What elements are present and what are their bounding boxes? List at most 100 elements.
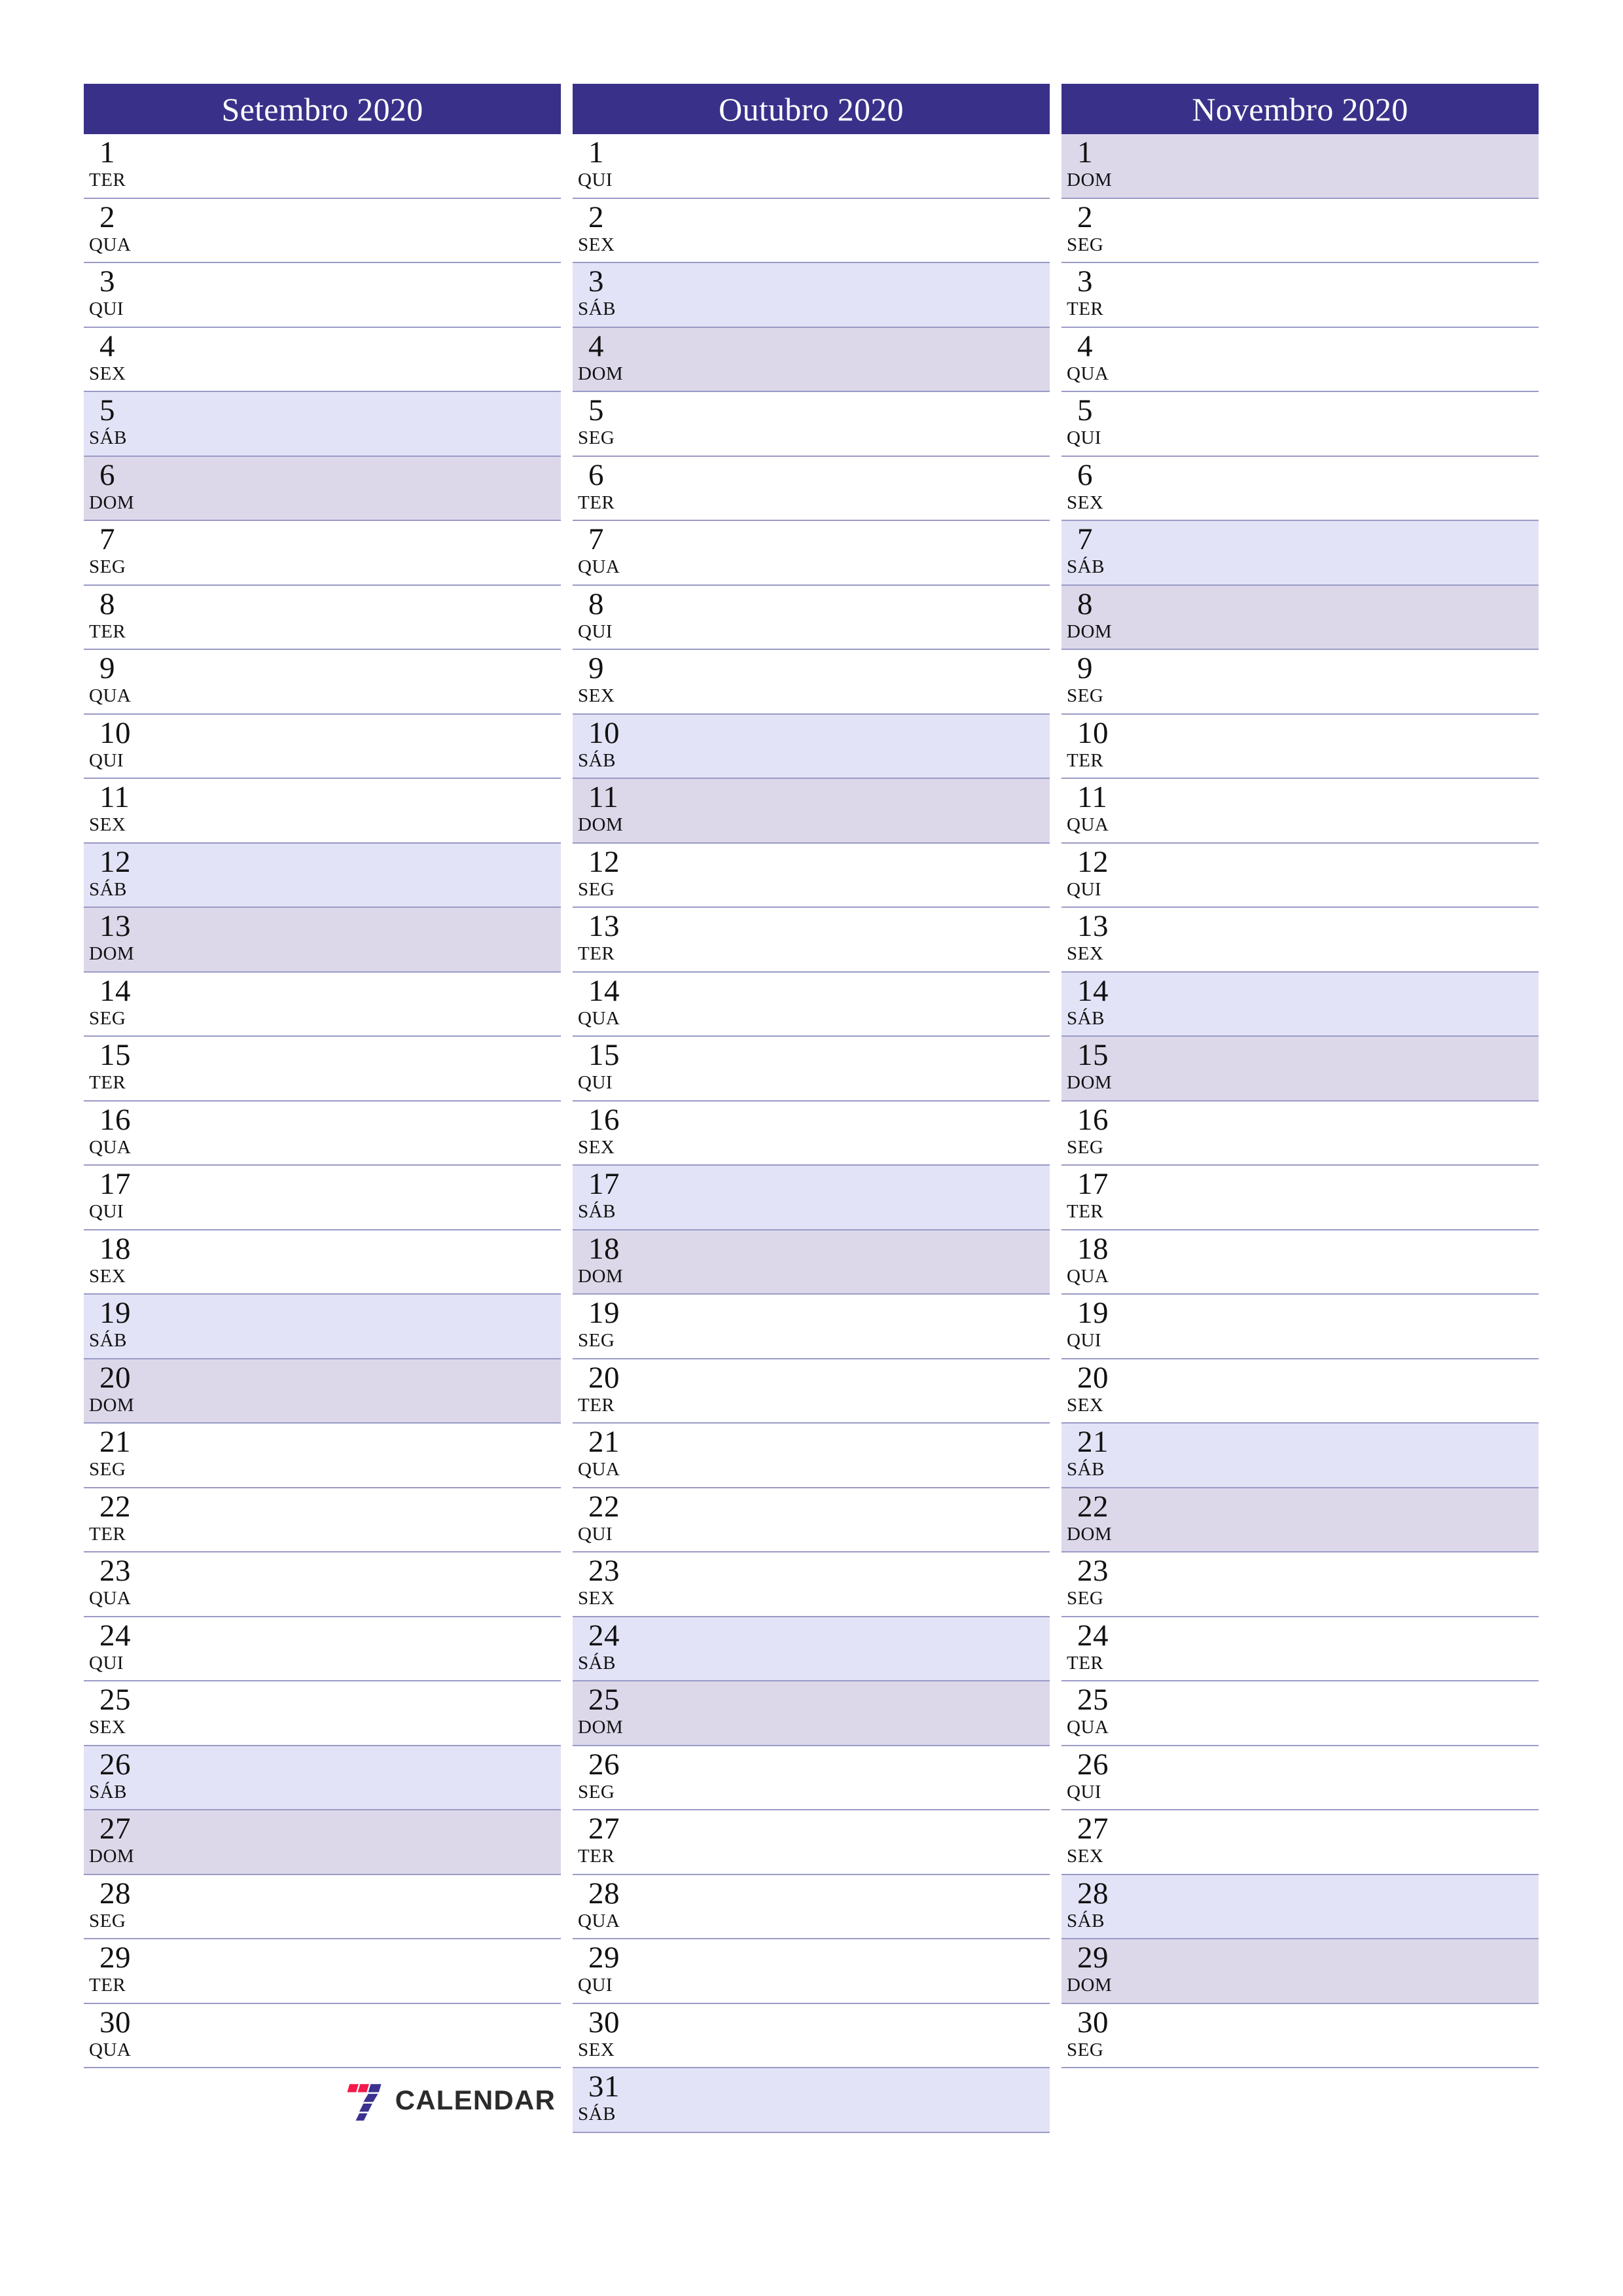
day-row[interactable]: 12 QUI — [1061, 843, 1539, 908]
day-row[interactable]: 4 SEX — [84, 327, 561, 392]
day-row[interactable]: 5 SEG — [573, 392, 1050, 457]
day-weekday-label: SÁB — [578, 2104, 616, 2125]
day-row[interactable]: 11 DOM — [573, 779, 1050, 844]
day-row[interactable]: 21 SEG — [84, 1424, 561, 1488]
day-row[interactable]: 27 TER — [573, 1810, 1050, 1875]
day-row[interactable]: 15 QUI — [573, 1037, 1050, 1102]
day-row[interactable]: 4 QUA — [1061, 327, 1539, 392]
day-row[interactable]: 20 SEX — [1061, 1359, 1539, 1424]
day-row[interactable]: 31 SÁB — [573, 2068, 1050, 2133]
day-row[interactable]: 23 SEG — [1061, 1552, 1539, 1617]
day-row[interactable]: 6 TER — [573, 456, 1050, 521]
day-row[interactable]: 16 SEX — [573, 1101, 1050, 1166]
day-row[interactable]: 26 SÁB — [84, 1746, 561, 1810]
day-row[interactable]: 1 DOM — [1061, 134, 1539, 199]
day-row[interactable]: 15 DOM — [1061, 1037, 1539, 1102]
day-row[interactable]: 12 SEG — [573, 843, 1050, 908]
day-weekday-label: SEX — [578, 685, 615, 706]
day-row[interactable]: 26 SEG — [573, 1746, 1050, 1810]
day-row[interactable]: 7 SÁB — [1061, 521, 1539, 586]
day-row[interactable]: 6 DOM — [84, 456, 561, 521]
day-row[interactable]: 23 QUA — [84, 1552, 561, 1617]
day-row[interactable]: 17 QUI — [84, 1166, 561, 1230]
day-row[interactable]: 10 SÁB — [573, 714, 1050, 779]
day-row[interactable]: 25 SEX — [84, 1681, 561, 1746]
day-weekday-label: SÁB — [89, 1330, 127, 1351]
day-row[interactable]: 3 QUI — [84, 263, 561, 328]
day-row[interactable]: 26 QUI — [1061, 1746, 1539, 1810]
day-row[interactable]: 11 QUA — [1061, 779, 1539, 844]
day-row[interactable]: 4 DOM — [573, 327, 1050, 392]
day-row[interactable]: 3 SÁB — [573, 263, 1050, 328]
day-row[interactable]: 10 QUI — [84, 714, 561, 779]
day-row[interactable]: 8 QUI — [573, 585, 1050, 650]
day-row[interactable]: 13 TER — [573, 908, 1050, 973]
day-row[interactable]: 8 DOM — [1061, 585, 1539, 650]
day-row[interactable]: 13 SEX — [1061, 908, 1539, 973]
day-row[interactable]: 27 SEX — [1061, 1810, 1539, 1875]
day-row[interactable]: 28 SEG — [84, 1874, 561, 1939]
day-row[interactable]: 5 SÁB — [84, 392, 561, 457]
day-row[interactable]: 30 SEG — [1061, 2003, 1539, 2068]
day-row[interactable]: 9 SEG — [1061, 650, 1539, 715]
day-row[interactable]: 30 QUA — [84, 2003, 561, 2068]
day-row[interactable]: 7 SEG — [84, 521, 561, 586]
day-row[interactable]: 19 SÁB — [84, 1295, 561, 1359]
day-row[interactable]: 20 TER — [573, 1359, 1050, 1424]
day-row[interactable]: 12 SÁB — [84, 843, 561, 908]
day-row[interactable]: 8 TER — [84, 585, 561, 650]
day-row[interactable]: 28 SÁB — [1061, 1874, 1539, 1939]
day-row[interactable]: 2 SEX — [573, 198, 1050, 263]
day-row[interactable]: 17 SÁB — [573, 1166, 1050, 1230]
day-row[interactable]: 18 QUA — [1061, 1230, 1539, 1295]
day-row[interactable]: 28 QUA — [573, 1874, 1050, 1939]
day-row[interactable]: 22 DOM — [1061, 1488, 1539, 1552]
day-row[interactable]: 3 TER — [1061, 263, 1539, 328]
day-row[interactable]: 23 SEX — [573, 1552, 1050, 1617]
day-row[interactable]: 21 SÁB — [1061, 1424, 1539, 1488]
day-number: 21 — [588, 1425, 620, 1459]
day-row[interactable]: 20 DOM — [84, 1359, 561, 1424]
day-row[interactable]: 30 SEX — [573, 2003, 1050, 2068]
day-row[interactable]: 18 SEX — [84, 1230, 561, 1295]
day-row[interactable]: 1 TER — [84, 134, 561, 199]
day-row[interactable]: 6 SEX — [1061, 456, 1539, 521]
day-row[interactable]: 22 TER — [84, 1488, 561, 1552]
day-row[interactable]: 11 SEX — [84, 779, 561, 844]
day-row[interactable]: 24 SÁB — [573, 1617, 1050, 1681]
day-weekday-label: QUA — [89, 234, 132, 255]
day-row[interactable]: 15 TER — [84, 1037, 561, 1102]
day-row[interactable]: 2 QUA — [84, 198, 561, 263]
day-row[interactable]: 29 QUI — [573, 1939, 1050, 2004]
day-row[interactable]: 22 QUI — [573, 1488, 1050, 1552]
day-row[interactable]: 19 QUI — [1061, 1295, 1539, 1359]
day-row[interactable]: 14 SEG — [84, 972, 561, 1037]
day-row[interactable]: 13 DOM — [84, 908, 561, 973]
day-row[interactable]: 16 QUA — [84, 1101, 561, 1166]
day-weekday-label: SEG — [578, 878, 615, 900]
day-row[interactable]: 2 SEG — [1061, 198, 1539, 263]
day-row[interactable]: 1 QUI — [573, 134, 1050, 199]
calendar-months-grid: Setembro 2020 1 TER 2 QUA 3 QUI 4 SEX 5 SÁB 6 DOM 7 SE… — [84, 84, 1539, 2133]
day-weekday-label: QUA — [89, 1588, 132, 1609]
day-row[interactable]: 9 QUA — [84, 650, 561, 715]
day-row[interactable]: 18 DOM — [573, 1230, 1050, 1295]
day-row[interactable]: 24 QUI — [84, 1617, 561, 1681]
day-row[interactable]: 29 DOM — [1061, 1939, 1539, 2004]
day-row[interactable]: 27 DOM — [84, 1810, 561, 1875]
day-row[interactable]: 5 QUI — [1061, 392, 1539, 457]
day-row[interactable]: 17 TER — [1061, 1166, 1539, 1230]
day-row[interactable]: 29 TER — [84, 1939, 561, 2004]
day-row[interactable]: 14 SÁB — [1061, 972, 1539, 1037]
day-row[interactable]: 25 QUA — [1061, 1681, 1539, 1746]
day-weekday-label: QUA — [1067, 1717, 1109, 1738]
day-row[interactable]: 9 SEX — [573, 650, 1050, 715]
day-row[interactable]: 7 QUA — [573, 521, 1050, 586]
day-row[interactable]: 19 SEG — [573, 1295, 1050, 1359]
day-row[interactable]: 10 TER — [1061, 714, 1539, 779]
day-row[interactable]: 14 QUA — [573, 972, 1050, 1037]
day-row[interactable]: 24 TER — [1061, 1617, 1539, 1681]
day-row[interactable]: 21 QUA — [573, 1424, 1050, 1488]
day-row[interactable]: 25 DOM — [573, 1681, 1050, 1746]
day-row[interactable]: 16 SEG — [1061, 1101, 1539, 1166]
